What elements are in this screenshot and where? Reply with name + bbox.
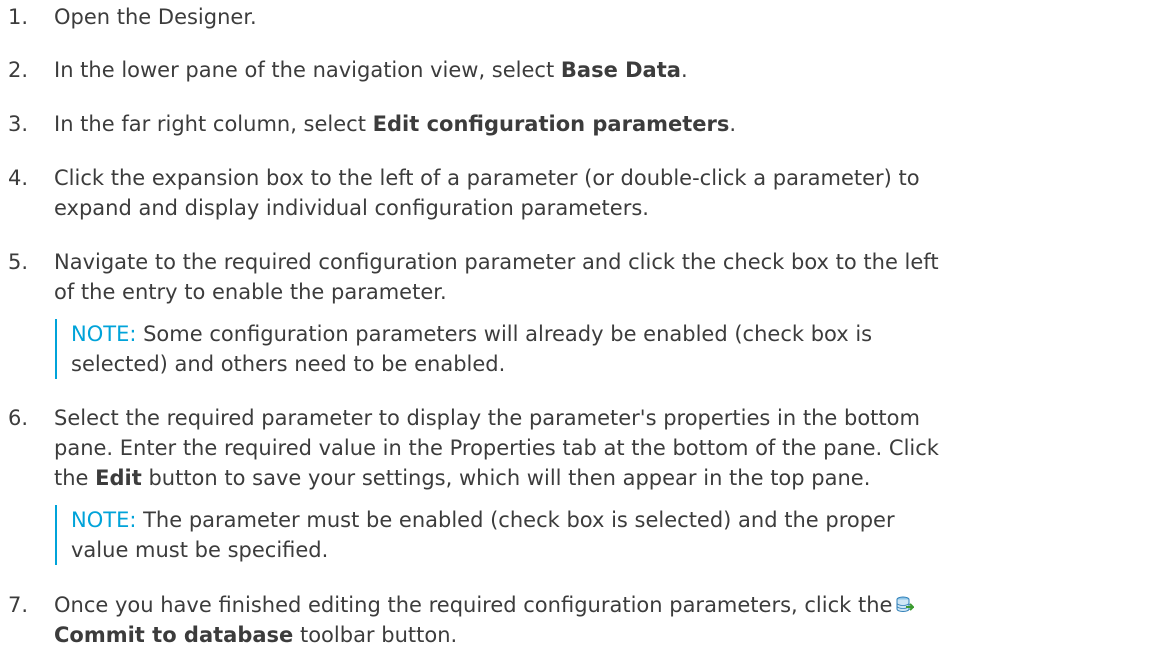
- step-number: 6.: [8, 406, 29, 430]
- step-number: 7.: [8, 593, 29, 617]
- note-text-line: value must be specified.: [71, 538, 329, 562]
- step-number: 2.: [8, 58, 29, 82]
- commit-to-database-icon: [896, 592, 916, 613]
- step-number: 1.: [8, 5, 29, 29]
- ui-term-commit-to-database: Commit to database: [54, 623, 294, 647]
- step-text-end: button to save your settings, which will…: [141, 466, 871, 490]
- note-label: NOTE:: [71, 322, 137, 346]
- step-text-line: Once you have finished editing the requi…: [54, 593, 893, 617]
- step-text-line: Navigate to the required configuration p…: [54, 250, 939, 274]
- step-number: 5.: [8, 250, 29, 274]
- ui-term-edit-configuration-parameters: Edit configuration parameters: [372, 112, 730, 136]
- step-text-line: pane. Enter the required value in the Pr…: [54, 436, 939, 460]
- step-number: 3.: [8, 112, 29, 136]
- note-label: NOTE:: [71, 508, 137, 532]
- step-text-line: Select the required parameter to display…: [54, 406, 920, 430]
- step-text-end: .: [680, 58, 688, 82]
- note-callout: NOTE: The parameter must be enabled (che…: [55, 505, 1131, 565]
- note-text-line: selected) and others need to be enabled.: [71, 352, 506, 376]
- note-text: The parameter must be enabled (check box…: [136, 508, 895, 532]
- step-text-line: expand and display individual configurat…: [54, 196, 649, 220]
- note-text: Some configuration parameters will alrea…: [136, 322, 873, 346]
- step-text-line: of the entry to enable the parameter.: [54, 280, 447, 304]
- step-text-end: .: [729, 112, 737, 136]
- step-text: In the far right column, select: [54, 112, 373, 136]
- step-text-line: Click the expansion box to the left of a…: [54, 166, 920, 190]
- step-text: the: [54, 466, 96, 490]
- step-text: In the lower pane of the navigation view…: [54, 58, 561, 82]
- step-number: 4.: [8, 166, 29, 190]
- ui-term-base-data: Base Data: [560, 58, 681, 82]
- step-text-end: toolbar button.: [293, 623, 458, 647]
- step-text: Open the Designer.: [54, 5, 257, 29]
- ui-term-edit: Edit: [95, 466, 142, 490]
- note-callout: NOTE: Some configuration parameters will…: [55, 319, 1131, 379]
